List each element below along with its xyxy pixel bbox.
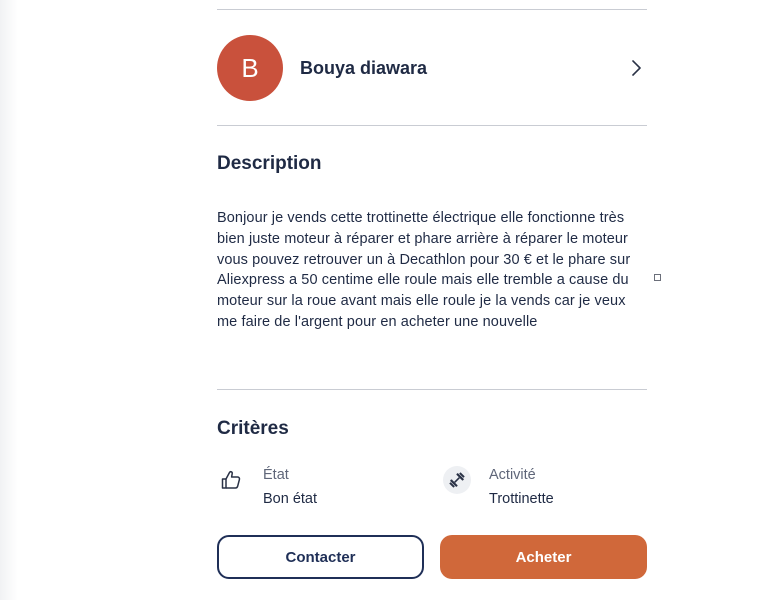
buy-button[interactable]: Acheter xyxy=(440,535,647,579)
description-text: Bonjour je vends cette trottinette élect… xyxy=(217,210,631,330)
listing-details: B Bouya diawara Description Bonjour je v… xyxy=(217,0,647,600)
criteria-title: Critères xyxy=(217,418,289,439)
description-divider xyxy=(217,389,647,390)
criteria-label: Activité xyxy=(489,467,536,483)
top-divider xyxy=(217,9,647,10)
seller-divider xyxy=(217,125,647,126)
thumbs-up-icon xyxy=(217,466,245,494)
small-square-marker xyxy=(654,274,661,281)
criteria-item-activite: Activité Trottinette xyxy=(443,462,647,514)
page-edge-shadow xyxy=(0,0,18,600)
seller-name: Bouya diawara xyxy=(300,57,428,78)
chevron-right-icon xyxy=(632,60,641,76)
criteria-item-etat: État Bon état xyxy=(217,462,417,514)
criteria-label: État xyxy=(263,467,289,483)
avatar-initial: B xyxy=(241,52,259,83)
description-title: Description xyxy=(217,153,322,174)
seller-row[interactable]: B Bouya diawara xyxy=(217,34,647,102)
dumbbell-icon xyxy=(443,466,471,494)
contact-button[interactable]: Contacter xyxy=(217,535,424,579)
criteria-value: Bon état xyxy=(263,491,318,507)
avatar: B xyxy=(217,35,283,101)
criteria-value: Trottinette xyxy=(489,491,554,507)
